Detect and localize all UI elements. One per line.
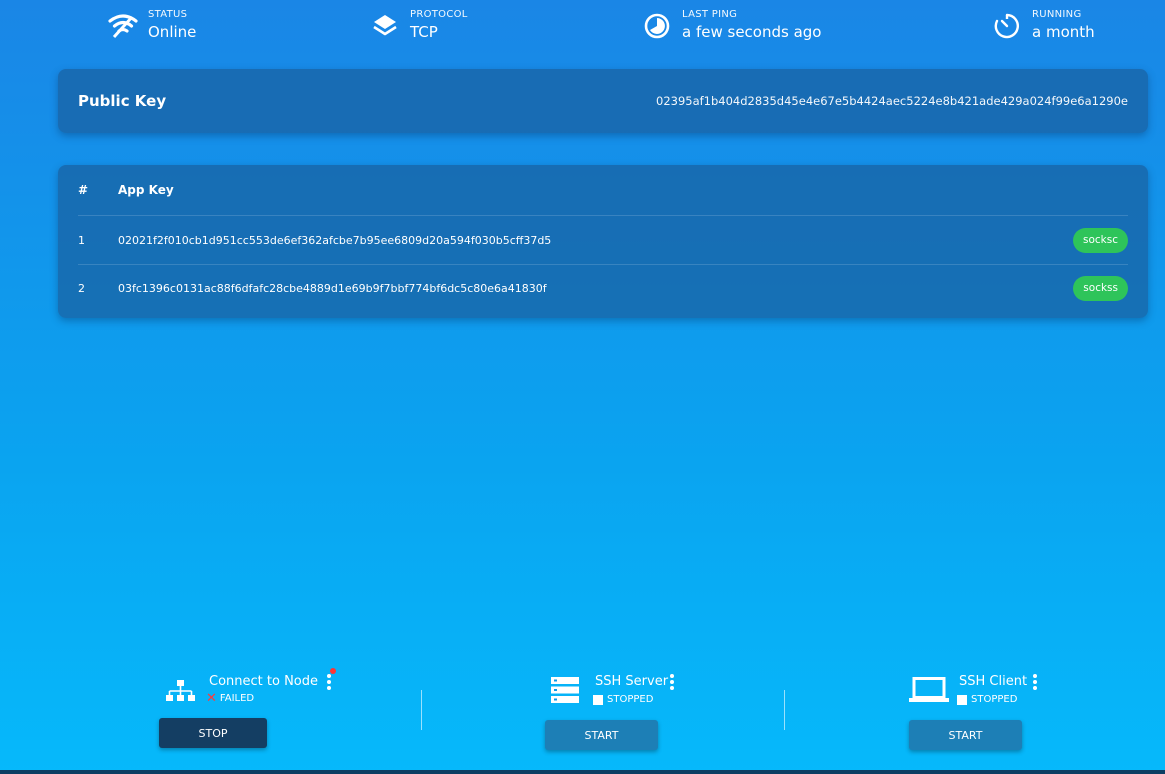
- laptop-icon: [909, 677, 949, 707]
- more-options-icon[interactable]: [327, 674, 331, 692]
- app-state-text: STOPPED: [607, 694, 654, 705]
- column-header-app-key: App Key: [118, 183, 174, 197]
- last-ping-value: a few seconds ago: [682, 23, 822, 41]
- app-state: STOPPED: [957, 694, 1017, 705]
- app-name: SSH Server: [595, 674, 669, 689]
- table-row[interactable]: 1 02021f2f010cb1d951cc553de6ef362afcbe7b…: [78, 216, 1128, 264]
- running-label: RUNNING: [1032, 9, 1082, 20]
- column-header-number: #: [78, 183, 89, 197]
- close-icon: ✕: [206, 690, 217, 706]
- start-button[interactable]: START: [909, 720, 1022, 750]
- status-stat: STATUS Online: [108, 6, 196, 46]
- app-ssh-client: SSH Client STOPPED START: [785, 660, 1165, 770]
- last-ping-stat: LAST PING a few seconds ago: [642, 6, 821, 46]
- more-options-icon[interactable]: [1033, 674, 1037, 692]
- app-badge: sockss: [1073, 276, 1128, 301]
- status-label: STATUS: [148, 9, 188, 20]
- protocol-value: TCP: [410, 23, 438, 41]
- stopped-square-icon: [593, 694, 603, 705]
- app-name: SSH Client: [959, 674, 1028, 689]
- stopped-square-icon: [957, 694, 967, 705]
- pie-chart-icon: [642, 11, 672, 41]
- status-value: Online: [148, 23, 197, 41]
- protocol-label: PROTOCOL: [410, 9, 468, 20]
- app-connect-to-node: Connect to Node ✕ FAILED STOP: [0, 660, 420, 770]
- apps-table: # App Key 1 02021f2f010cb1d951cc553de6ef…: [58, 165, 1148, 318]
- timer-icon: [992, 11, 1022, 41]
- row-number: 1: [78, 233, 85, 247]
- public-key-value[interactable]: 02395af1b404d2835d45e4e67e5b4424aec5224e…: [656, 94, 1128, 108]
- server-icon: [550, 676, 580, 708]
- public-key-title: Public Key: [78, 92, 167, 110]
- app-state-text: FAILED: [219, 693, 255, 704]
- running-value: a month: [1032, 23, 1095, 41]
- bottom-strip: [0, 770, 1165, 774]
- app-name: Connect to Node: [209, 674, 318, 689]
- running-stat: RUNNING a month: [992, 6, 1095, 46]
- public-key-card: Public Key 02395af1b404d2835d45e4e67e5b4…: [58, 69, 1148, 133]
- start-button[interactable]: START: [545, 720, 658, 750]
- table-row[interactable]: 2 03fc1396c0131ac88f6dfafc28cbe4889d1e69…: [78, 264, 1128, 312]
- wifi-icon: [108, 11, 138, 41]
- more-options-icon[interactable]: [670, 674, 674, 692]
- row-app-key: 03fc1396c0131ac88f6dfafc28cbe4889d1e69b9…: [118, 282, 547, 295]
- app-state: STOPPED: [593, 694, 653, 705]
- protocol-stat: PROTOCOL TCP: [370, 6, 468, 46]
- status-bar: STATUS Online PROTOCOL TCP LAST PING a f…: [0, 0, 1165, 52]
- app-ssh-server: SSH Server STOPPED START: [422, 660, 784, 770]
- bottom-app-bar: Connect to Node ✕ FAILED STOP SSH Server…: [0, 660, 1165, 770]
- stop-button[interactable]: STOP: [159, 718, 267, 748]
- app-state-text: STOPPED: [971, 694, 1018, 705]
- last-ping-label: LAST PING: [682, 9, 738, 20]
- table-header: # App Key: [78, 165, 1128, 216]
- app-state: ✕ FAILED: [206, 690, 255, 706]
- row-app-key: 02021f2f010cb1d951cc553de6ef362afcbe7b95…: [118, 233, 552, 247]
- row-number: 2: [78, 282, 85, 295]
- app-badge: socksc: [1073, 227, 1128, 253]
- network-icon: [166, 680, 196, 706]
- layers-icon: [370, 11, 400, 41]
